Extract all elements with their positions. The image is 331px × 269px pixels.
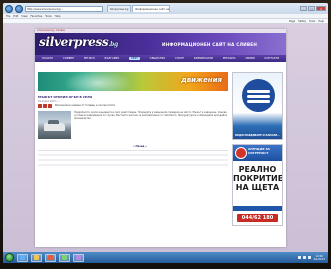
article-teaser: Регионални новини от Сливен и околностит…: [55, 104, 116, 107]
flag-icon[interactable]: [308, 256, 312, 259]
sidebar-ad-water[interactable]: ВОДОСНАБДЯВАНЕ И КАНАЛИ...: [232, 72, 283, 140]
menu-file[interactable]: File: [6, 15, 10, 18]
menu-edit[interactable]: Edit: [13, 15, 18, 18]
main-nav: НАЧАЛО СЛИВЕН РЕГИОН БЪЛГАРИЯ СВЯТ ОБЩЕС…: [35, 55, 286, 62]
minimize-button[interactable]: –: [300, 6, 307, 11]
nav-item-ads[interactable]: РЕКЛАМА: [223, 57, 236, 60]
pdf-icon[interactable]: [48, 104, 52, 108]
website: silverpress.bg | Сливен silverpress.bg И…: [35, 29, 286, 247]
logo-main: silverpress: [39, 35, 109, 49]
ad2-line-1: РЕАЛНО: [238, 165, 277, 174]
clock[interactable]: 12:06 4/1/2013: [313, 255, 325, 261]
nav-item-contacts[interactable]: КОНТАКТИ: [265, 57, 280, 60]
start-button[interactable]: [5, 253, 14, 262]
nav-item-home[interactable]: НАЧАЛО: [42, 57, 53, 60]
menu-help[interactable]: Help: [55, 15, 61, 18]
faded-line: [38, 164, 228, 166]
cmd-page[interactable]: Page: [289, 20, 295, 23]
back-button[interactable]: [5, 4, 13, 13]
cmd-safety[interactable]: Safety: [298, 20, 306, 23]
security-logo-icon: [235, 147, 247, 159]
nav-item-society[interactable]: ОБЩЕСТВО: [150, 57, 166, 60]
page-viewport[interactable]: silverpress.bg | Сливен silverpress.bg И…: [3, 24, 328, 252]
site-header: silverpress.bg ИНФОРМАЦИОНЕН САЙТ НА СЛИ…: [35, 33, 286, 55]
close-button[interactable]: ×: [316, 6, 326, 11]
faded-line: [38, 159, 228, 161]
cmd-tools[interactable]: Tools: [309, 20, 315, 23]
window-controls: – □ ×: [300, 6, 326, 11]
site-logo[interactable]: silverpress.bg: [39, 35, 118, 49]
nav-item-sliven[interactable]: СЛИВЕН: [63, 57, 74, 60]
monitor-frame: http://www.silverpress.bg/... Silverpres…: [0, 0, 331, 269]
ad2-phone: 044/62 180: [237, 214, 278, 222]
nav-item-region[interactable]: РЕГИОН: [84, 57, 95, 60]
taskbar-media-icon[interactable]: [45, 253, 56, 262]
share-icons: [38, 104, 52, 108]
site-tagline: ИНФОРМАЦИОНЕН САЙТ НА СЛИВЕН: [162, 42, 258, 47]
maximize-button[interactable]: □: [308, 6, 315, 11]
email-icon[interactable]: [43, 104, 47, 108]
nav-item-bulgaria[interactable]: БЪЛГАРИЯ: [104, 57, 119, 60]
clock-date: 4/1/2013: [313, 257, 325, 261]
volume-icon[interactable]: [303, 256, 307, 259]
article-body: Подробности около инцидента в село край …: [74, 111, 228, 121]
taskbar-app-icon[interactable]: [73, 253, 84, 262]
taskbar: 12:06 4/1/2013: [3, 252, 328, 263]
car-image: [44, 120, 65, 131]
faded-line: [38, 154, 228, 156]
browser-titlebar: http://www.silverpress.bg/... Silverpres…: [3, 3, 328, 14]
banner-glow: [58, 72, 138, 91]
ad2-line-2: ПОКРИТИЕ: [233, 174, 283, 183]
article-meta: 01 Април 2013 / ...: [38, 100, 61, 103]
wave-icon: [247, 100, 270, 103]
logo-tld: .bg: [108, 41, 118, 48]
forward-button[interactable]: [15, 4, 23, 13]
divider: [38, 150, 228, 151]
nav-item-world[interactable]: СВЯТ: [128, 57, 140, 60]
banner-word: движения: [181, 76, 222, 84]
ad2-headline: РЕАЛНО ПОКРИТИЕ НА ЩЕТА: [233, 165, 282, 192]
ad2-stripe: [233, 206, 282, 211]
ad2-line-3: НА ЩЕТА: [235, 183, 280, 192]
print-icon[interactable]: [38, 104, 42, 108]
menu-favorites[interactable]: Favorites: [31, 15, 43, 18]
system-tray: 12:06 4/1/2013: [298, 255, 328, 261]
nav-item-sport[interactable]: СПОРТ: [175, 57, 184, 60]
menu-view[interactable]: View: [21, 15, 27, 18]
sidebar-ad-security[interactable]: АГЕНЦИЯ ЗА СИГУРНОСТ РЕАЛНО ПОКРИТИЕ НА …: [232, 144, 283, 226]
address-bar[interactable]: http://www.silverpress.bg/...: [25, 5, 103, 12]
faded-content: [38, 154, 228, 169]
read-more-link[interactable]: « Назад »: [133, 145, 147, 148]
tab-strip: Silverpress.bg Информационен сайт на Сли…: [107, 5, 171, 12]
taskbar-app-icon[interactable]: [59, 253, 70, 262]
tab-2[interactable]: Информационен сайт на Сливен: [132, 5, 171, 12]
tab-1[interactable]: Silverpress.bg: [107, 5, 132, 12]
sidebar: ВОДОСНАБДЯВАНЕ И КАНАЛИ... АГЕНЦИЯ ЗА СИ…: [232, 72, 283, 226]
article-title[interactable]: МЪЖЪТ ОТКРИЛ ОГЪН В СЕЛО: [38, 95, 92, 99]
taskbar-ie-icon[interactable]: [17, 253, 28, 262]
screen: http://www.silverpress.bg/... Silverpres…: [3, 3, 328, 263]
nav-item-classifieds[interactable]: ОБЯВИ: [245, 57, 254, 60]
article-photo: [38, 111, 71, 139]
menu-tools[interactable]: Tools: [45, 15, 51, 18]
ad1-caption: ВОДОСНАБДЯВАНЕ И КАНАЛИ...: [235, 134, 280, 137]
wave-icon: [247, 90, 270, 93]
taskbar-folder-icon[interactable]: [31, 253, 42, 262]
wave-icon: [247, 95, 270, 98]
network-icon[interactable]: [298, 256, 302, 259]
nav-item-crime[interactable]: КРИМИНАЛНИ: [194, 57, 213, 60]
cmd-help[interactable]: Help: [318, 20, 324, 23]
top-banner-ad[interactable]: движения: [38, 72, 228, 91]
